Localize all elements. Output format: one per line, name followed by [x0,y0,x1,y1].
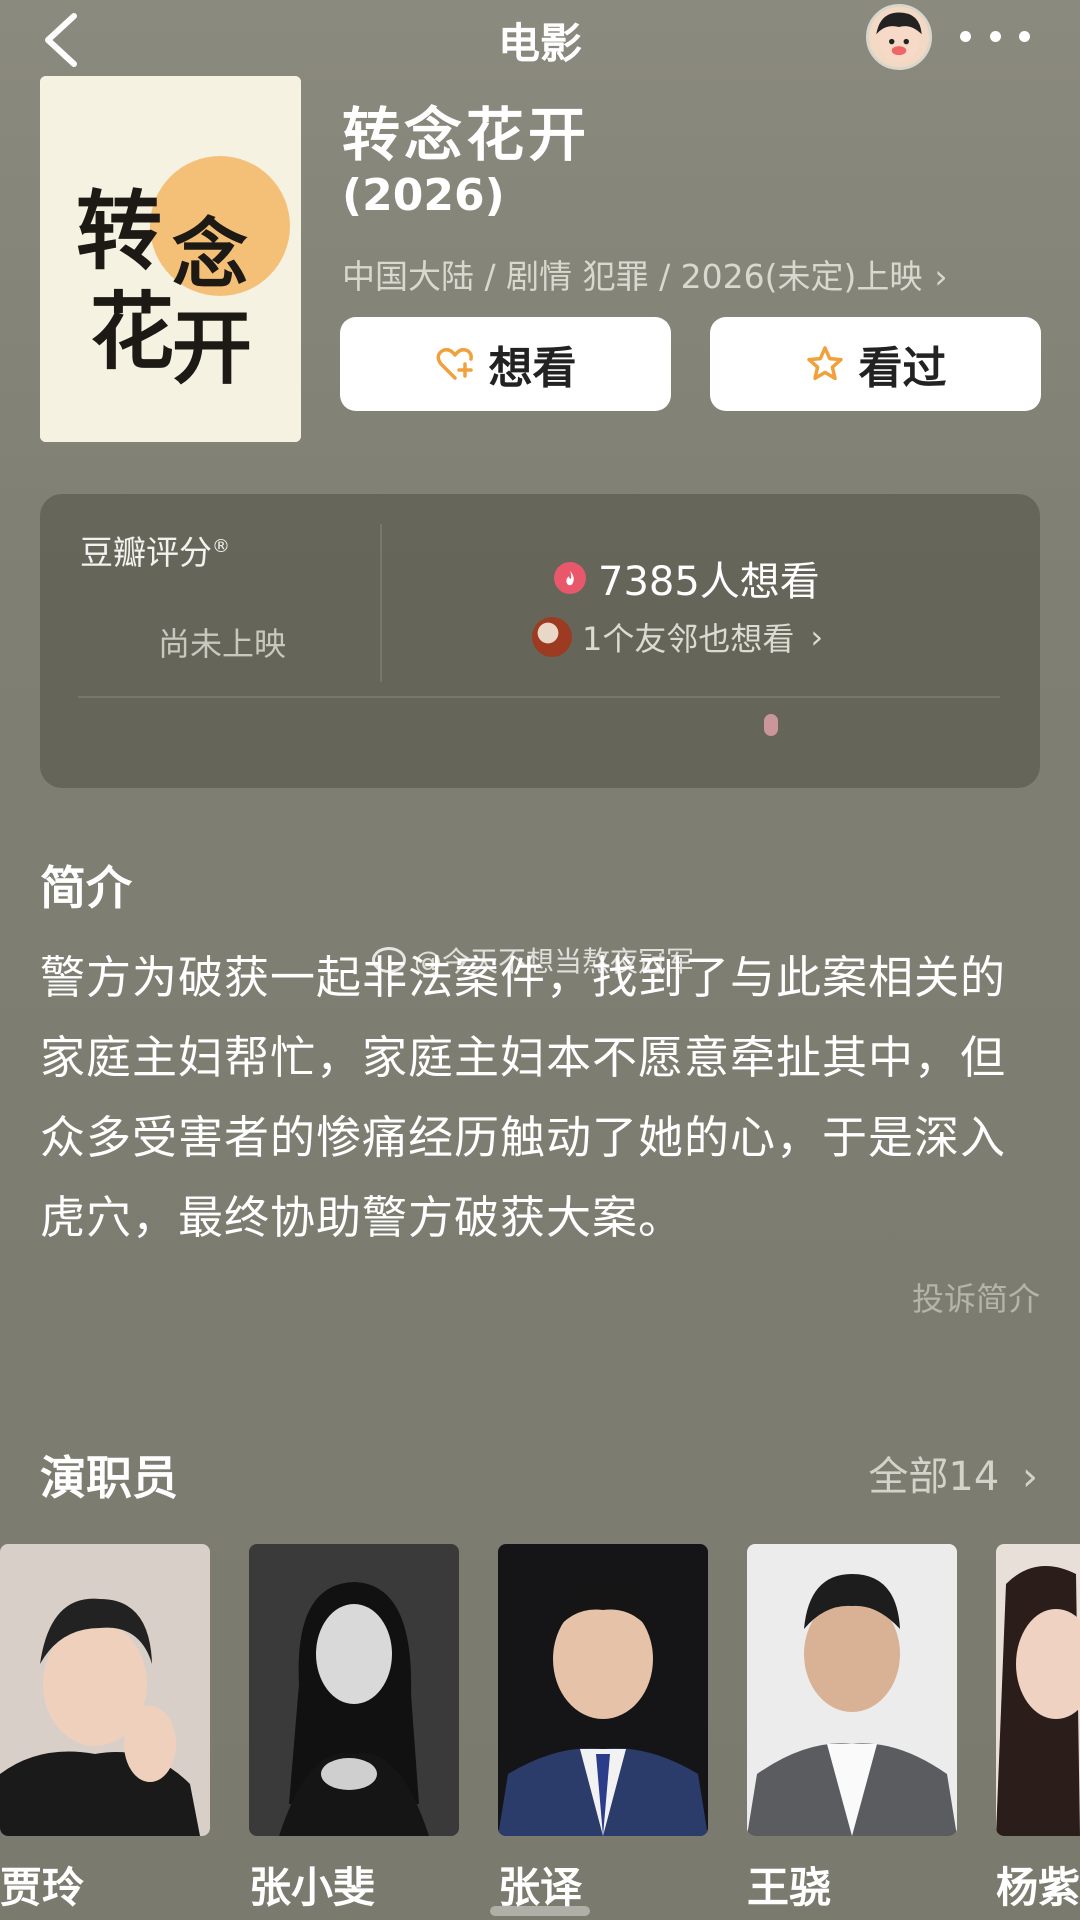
report-intro-link[interactable]: 投诉简介 [912,1274,1040,1320]
cast-section-title: 演职员 [40,1451,178,1505]
user-avatar[interactable] [866,4,932,70]
watermark-text: @今天不想当熬夜冠军 [414,945,695,978]
watched-button[interactable]: 看过 [710,317,1041,411]
cast-photo [747,1544,957,1836]
movie-detail-page: 电影 转 念 花 开 转念花开 (2026) 中国大陆 / 剧情 犯罪 / 20… [0,0,1080,1920]
star-icon [806,346,843,381]
more-dot-icon [1019,30,1030,42]
douban-rating-label: 豆瓣评分® [80,533,230,572]
rating-card: 豆瓣评分® 尚未上映 7385人想看 1个友邻也想看 › [40,494,1040,788]
want-to-watch-button[interactable]: 想看 [340,317,671,411]
cast-member[interactable]: 张译 [498,1544,708,1915]
want-to-watch-label: 想看 [488,343,577,394]
weibo-logo-icon [372,947,406,973]
cast-all-label: 全部14 [868,1454,1000,1500]
rating-status: 尚未上映 [158,625,287,663]
cast-member[interactable]: 王骁 [747,1544,957,1915]
poster-char-4: 开 [172,301,252,395]
more-dot-icon [960,30,971,42]
cast-photo [249,1544,459,1836]
movie-title: 转念花开 [342,101,591,169]
chevron-right-icon: › [934,257,948,296]
cast-photo [0,1544,210,1836]
cast-member[interactable]: 贾玲 [0,1544,210,1915]
cast-name: 杨紫 [996,1863,1080,1912]
cast-photo [996,1544,1080,1836]
poster-char-2: 念 [172,210,248,299]
flame-icon [554,562,586,594]
cast-name: 贾玲 [0,1863,85,1912]
cast-member[interactable]: 张小斐 [249,1544,459,1915]
more-options-button[interactable] [960,18,1030,54]
want-count-text: 7385人想看 [598,559,820,605]
want-count[interactable]: 7385人想看 [554,549,820,607]
friends-want-row[interactable]: 1个友邻也想看 › [532,614,823,660]
friends-want-text: 1个友邻也想看 [582,620,795,658]
pager-indicator [764,714,778,736]
intro-text: 警方为破获一起非法案件，找到了与此案相关的家庭主妇帮忙，家庭主妇本不愿意牵扯其中… [40,951,1007,1244]
movie-poster[interactable]: 转 念 花 开 [40,76,301,442]
registered-mark: ® [212,536,230,557]
home-indicator [490,1906,590,1916]
cast-list: 贾玲 张小斐 张译 王骁 杨紫 [0,1544,1080,1920]
poster-char-1: 转 [76,181,162,282]
cast-view-all-link[interactable]: 全部14 › [868,1444,1038,1502]
chevron-right-icon: › [810,618,824,656]
heart-plus-icon [436,347,473,380]
horizontal-divider [78,696,1000,698]
friend-avatar [532,617,572,657]
cast-member[interactable]: 杨紫 [996,1544,1080,1915]
cast-photo [498,1544,708,1836]
chevron-right-icon: › [1022,1454,1038,1500]
movie-meta-text: 中国大陆 / 剧情 犯罪 / 2026(未定)上映 [342,257,923,296]
intro-section-title: 简介 [40,861,132,915]
poster-char-3: 花 [90,282,174,381]
cast-name: 张小斐 [249,1863,376,1912]
more-dot-icon [989,30,1001,42]
vertical-divider [380,524,382,682]
cast-name: 王骁 [747,1863,832,1912]
movie-year: (2026) [342,170,505,221]
movie-meta-info[interactable]: 中国大陆 / 剧情 犯罪 / 2026(未定)上映 › [342,250,948,298]
watched-label: 看过 [858,343,947,394]
weibo-watermark: @今天不想当熬夜冠军 [372,940,694,980]
